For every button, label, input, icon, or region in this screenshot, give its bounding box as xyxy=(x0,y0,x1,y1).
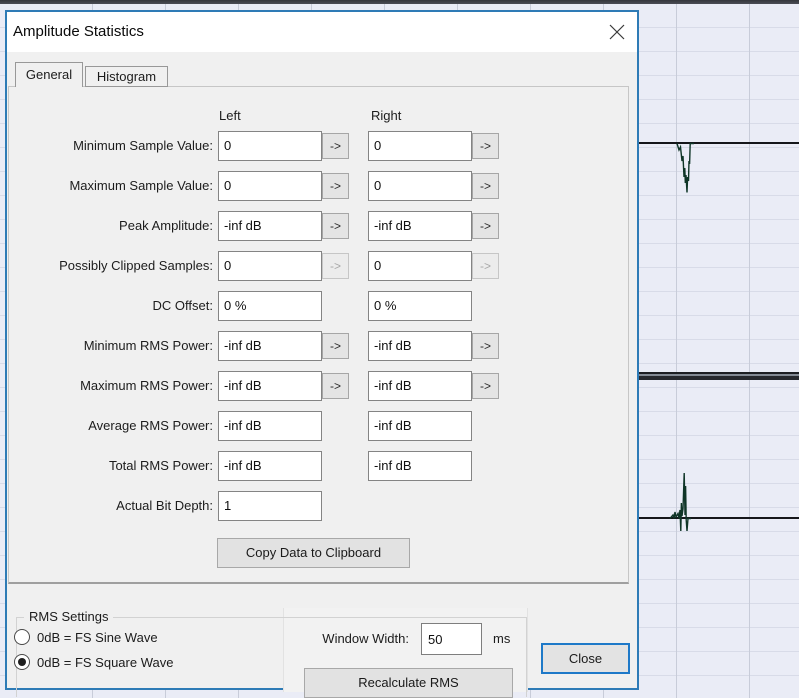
stat-row-total-rms-power: Total RMS Power: -inf dB -inf dB xyxy=(7,451,637,481)
goto-arrow-button-left[interactable]: -> xyxy=(322,133,349,159)
stat-row-peak-amplitude: Peak Amplitude: -inf dB -> -inf dB -> xyxy=(7,211,637,241)
stat-value-right[interactable]: -inf dB xyxy=(368,211,472,241)
goto-arrow-button-right[interactable]: -> xyxy=(472,133,499,159)
amplitude-statistics-dialog: Amplitude Statistics General Histogram L… xyxy=(5,10,639,690)
stat-label: Average RMS Power: xyxy=(7,411,213,441)
goto-arrow-button-left[interactable]: -> xyxy=(322,373,349,399)
stat-value-left[interactable]: 0 xyxy=(218,251,322,281)
stat-value-left[interactable]: 0 xyxy=(218,131,322,161)
stat-value-left[interactable]: 0 xyxy=(218,171,322,201)
close-icon[interactable] xyxy=(608,23,626,41)
radio-circle-checked-icon[interactable] xyxy=(14,654,30,670)
stat-value-right[interactable]: -inf dB xyxy=(368,451,472,481)
copy-data-button[interactable]: Copy Data to Clipboard xyxy=(217,538,410,568)
stat-value-right[interactable]: 0 xyxy=(368,171,472,201)
window-width-label: Window Width: xyxy=(297,623,409,655)
rms-settings-title: RMS Settings xyxy=(24,609,113,624)
dialog-titlebar[interactable]: Amplitude Statistics xyxy=(7,12,637,52)
stat-row-maximum-sample-value: Maximum Sample Value: 0 -> 0 -> xyxy=(7,171,637,201)
track-separator xyxy=(636,372,799,380)
stat-label: Possibly Clipped Samples: xyxy=(7,251,213,281)
stat-value-left[interactable]: 1 xyxy=(218,491,322,521)
stat-value-right[interactable]: -inf dB xyxy=(368,371,472,401)
stat-value-left[interactable]: 0 % xyxy=(218,291,322,321)
tab-histogram[interactable]: Histogram xyxy=(85,66,168,87)
waveform-spike-top xyxy=(670,138,704,198)
stat-value-right[interactable]: 0 xyxy=(368,131,472,161)
stat-label: Peak Amplitude: xyxy=(7,211,213,241)
stat-label: Minimum Sample Value: xyxy=(7,131,213,161)
window-width-unit: ms xyxy=(493,623,510,655)
stat-row-possibly-clipped-samples: Possibly Clipped Samples: 0 -> 0 -> xyxy=(7,251,637,281)
stat-row-minimum-rms-power: Minimum RMS Power: -inf dB -> -inf dB -> xyxy=(7,331,637,361)
stat-value-right[interactable]: 0 % xyxy=(368,291,472,321)
stat-value-left[interactable]: -inf dB xyxy=(218,371,322,401)
stat-value-right[interactable]: 0 xyxy=(368,251,472,281)
column-header-left: Left xyxy=(219,108,241,123)
stat-value-right[interactable]: -inf dB xyxy=(368,331,472,361)
radio-fs-square-wave[interactable]: 0dB = FS Square Wave xyxy=(14,653,173,671)
goto-arrow-button-right[interactable]: -> xyxy=(472,213,499,239)
stat-row-average-rms-power: Average RMS Power: -inf dB -inf dB xyxy=(7,411,637,441)
stat-value-left[interactable]: -inf dB xyxy=(218,211,322,241)
stat-label: Maximum Sample Value: xyxy=(7,171,213,201)
waveform-spike-bottom xyxy=(666,452,700,536)
stat-label: Maximum RMS Power: xyxy=(7,371,213,401)
goto-arrow-button-left[interactable]: -> xyxy=(322,333,349,359)
screen: { "window": { "title": "Amplitude Statis… xyxy=(0,0,799,683)
waveform-centerline-top xyxy=(636,142,799,144)
radio-label: 0dB = FS Square Wave xyxy=(37,655,173,670)
stat-label: Minimum RMS Power: xyxy=(7,331,213,361)
tab-general[interactable]: General xyxy=(15,62,83,87)
stat-label: Total RMS Power: xyxy=(7,451,213,481)
close-button[interactable]: Close xyxy=(541,643,630,674)
goto-arrow-button-right[interactable]: -> xyxy=(472,333,499,359)
radio-fs-sine-wave[interactable]: 0dB = FS Sine Wave xyxy=(14,628,158,646)
window-width-input[interactable] xyxy=(421,623,482,655)
recalculate-rms-button[interactable]: Recalculate RMS xyxy=(304,668,513,698)
waveform-centerline-bottom xyxy=(636,517,799,519)
dialog-title: Amplitude Statistics xyxy=(13,12,144,52)
column-header-right: Right xyxy=(371,108,401,123)
goto-arrow-button-right[interactable]: -> xyxy=(472,373,499,399)
stat-value-left[interactable]: -inf dB xyxy=(218,411,322,441)
goto-arrow-button-left[interactable]: -> xyxy=(322,213,349,239)
goto-arrow-button-right-disabled: -> xyxy=(472,253,499,279)
stat-row-minimum-sample-value: Minimum Sample Value: 0 -> 0 -> xyxy=(7,131,637,161)
goto-arrow-button-left-disabled: -> xyxy=(322,253,349,279)
radio-label: 0dB = FS Sine Wave xyxy=(37,630,158,645)
stat-row-dc-offset: DC Offset: 0 % 0 % xyxy=(7,291,637,321)
goto-arrow-button-right[interactable]: -> xyxy=(472,173,499,199)
stat-label: Actual Bit Depth: xyxy=(7,491,213,521)
stat-row-maximum-rms-power: Maximum RMS Power: -inf dB -> -inf dB -> xyxy=(7,371,637,401)
stat-value-right[interactable]: -inf dB xyxy=(368,411,472,441)
stat-label: DC Offset: xyxy=(7,291,213,321)
stat-row-actual-bit-depth: Actual Bit Depth: 1 xyxy=(7,491,637,521)
editor-top-bar xyxy=(0,0,799,4)
goto-arrow-button-left[interactable]: -> xyxy=(322,173,349,199)
stat-value-left[interactable]: -inf dB xyxy=(218,451,322,481)
radio-circle-icon[interactable] xyxy=(14,629,30,645)
stat-value-left[interactable]: -inf dB xyxy=(218,331,322,361)
